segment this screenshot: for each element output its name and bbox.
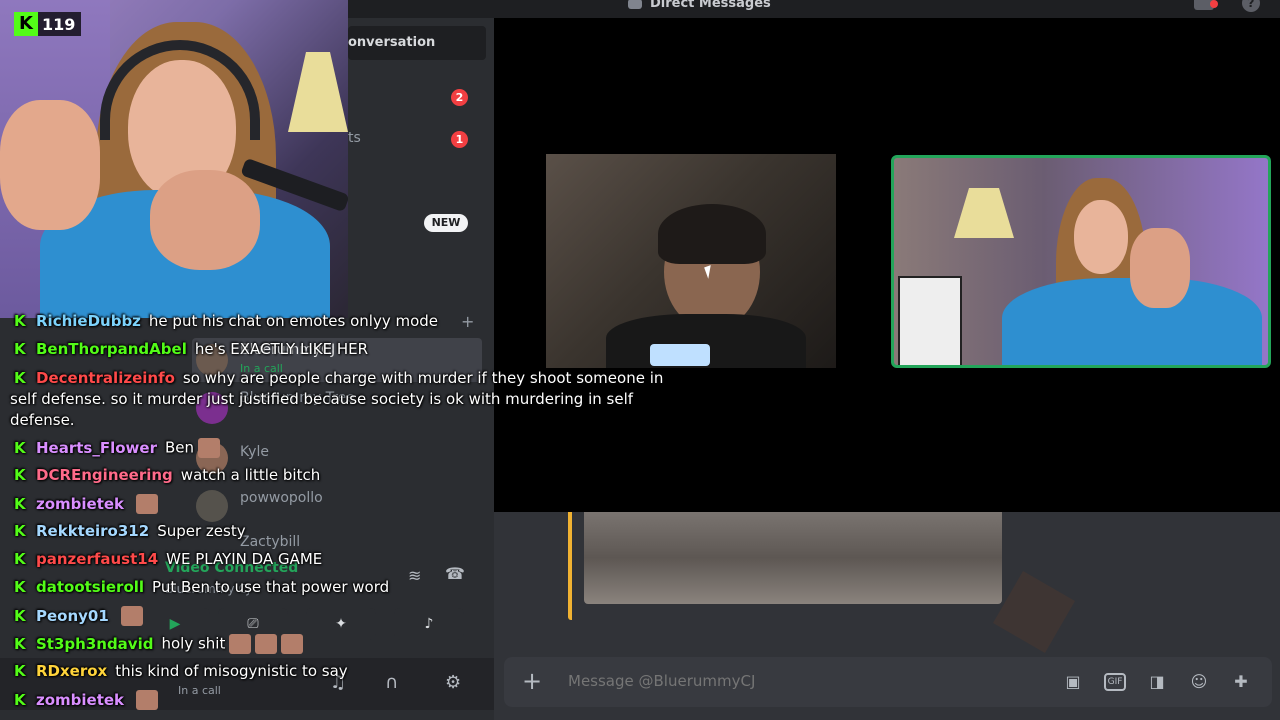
- gif-icon[interactable]: GIF: [1104, 673, 1126, 691]
- message-input-bar: + ▣ GIF ◨ ☺ ✚: [504, 657, 1272, 707]
- upload-plus-icon[interactable]: +: [522, 667, 542, 695]
- video-button[interactable]: ▶: [140, 608, 210, 640]
- avatar: [196, 442, 228, 474]
- sidebar-item-label: ts: [348, 130, 361, 146]
- streamer-webcam: K 119: [0, 0, 348, 318]
- direct-messages-icon: [628, 0, 642, 9]
- viewer-count-badge: K 119: [14, 12, 82, 36]
- streamer-face: [1074, 200, 1128, 274]
- video-tile-streamer[interactable]: [891, 155, 1271, 368]
- call-area: [494, 18, 1280, 512]
- avatar: [196, 490, 228, 522]
- video-tile-caller[interactable]: [546, 154, 836, 368]
- soundboard-button[interactable]: ♪: [394, 608, 464, 640]
- apps-icon[interactable]: ✚: [1230, 671, 1252, 693]
- sticker-image: [993, 571, 1075, 653]
- new-badge: NEW: [424, 214, 468, 232]
- streamer-body: [1002, 278, 1262, 365]
- gift-icon[interactable]: ▣: [1062, 671, 1084, 693]
- dm-item-name: Zactybill: [240, 534, 301, 550]
- sticker-icon[interactable]: ◨: [1146, 671, 1168, 693]
- notification-badge: 2: [451, 89, 468, 106]
- lamp-shade: [288, 52, 348, 132]
- dm-item-bluerummycj[interactable]: BluerummyCJ In a call: [192, 338, 482, 382]
- find-conversation-button[interactable]: onversation: [348, 26, 486, 60]
- top-bar-title-text: Direct Messages: [650, 0, 771, 11]
- embed-accent-bar: [568, 512, 572, 620]
- dm-item-status: In a call: [240, 362, 283, 375]
- viewer-count: 119: [42, 14, 76, 34]
- notification-badge: 1: [451, 131, 468, 148]
- chat-area: + ▣ GIF ◨ ☺ ✚: [494, 512, 1280, 720]
- kick-logo-icon: K: [14, 12, 38, 36]
- streamer-hand-right: [150, 170, 260, 270]
- message-input[interactable]: [568, 672, 988, 690]
- streamer-hand-left: [0, 100, 100, 230]
- avatar: [196, 392, 228, 424]
- settings-gear-icon[interactable]: ⚙: [445, 672, 461, 693]
- caller-hair: [658, 204, 766, 264]
- streamer-hand: [1130, 228, 1190, 308]
- user-panel: In a call ♫ ∩ ⚙: [0, 658, 494, 710]
- screen: Direct Messages ? onversation 2 ts 1 NEW…: [0, 0, 1280, 720]
- disconnect-icon[interactable]: ☎: [445, 564, 465, 583]
- mic-icon[interactable]: ♫: [330, 672, 346, 693]
- user-status: In a call: [178, 684, 221, 697]
- dm-item-zactybill[interactable]: Zactybill: [192, 530, 482, 550]
- noise-suppression-icon[interactable]: ≋: [408, 566, 421, 585]
- embed-image[interactable]: [584, 512, 1002, 604]
- help-icon[interactable]: ?: [1242, 0, 1260, 12]
- top-bar-title: Direct Messages: [628, 0, 771, 11]
- dm-item-name: Bluerummy Tree: [240, 390, 355, 406]
- screen-share-button[interactable]: ⎚: [218, 608, 288, 640]
- dm-item-powwopollo[interactable]: powwopollo: [192, 484, 482, 528]
- lamp-shade: [954, 188, 1014, 238]
- voice-connected-label: Video Connected: [165, 560, 299, 576]
- dm-item-name: Kyle: [240, 444, 269, 460]
- dm-item-name: powwopollo: [240, 490, 323, 506]
- emoji-icon[interactable]: ☺: [1188, 671, 1210, 693]
- headphones-icon[interactable]: ∩: [385, 672, 398, 693]
- activities-button[interactable]: ✦: [306, 608, 376, 640]
- caller-light: [650, 344, 710, 366]
- create-dm-plus-icon[interactable]: +: [461, 312, 474, 331]
- dm-item-name: BluerummyCJ: [240, 342, 336, 358]
- dm-item-kyle[interactable]: Kyle: [192, 436, 482, 480]
- voice-channel-name[interactable]: Bluerummy CJ: [165, 582, 250, 596]
- poster: [898, 276, 962, 365]
- inbox-icon[interactable]: [1194, 0, 1218, 10]
- top-right-icons: ?: [1194, 0, 1260, 12]
- avatar: [196, 344, 228, 376]
- dm-item-tree[interactable]: Bluerummy Tree: [192, 386, 482, 430]
- voice-panel: Video Connected Bluerummy CJ ≋ ☎ ▶ ⎚ ✦ ♪: [140, 550, 485, 650]
